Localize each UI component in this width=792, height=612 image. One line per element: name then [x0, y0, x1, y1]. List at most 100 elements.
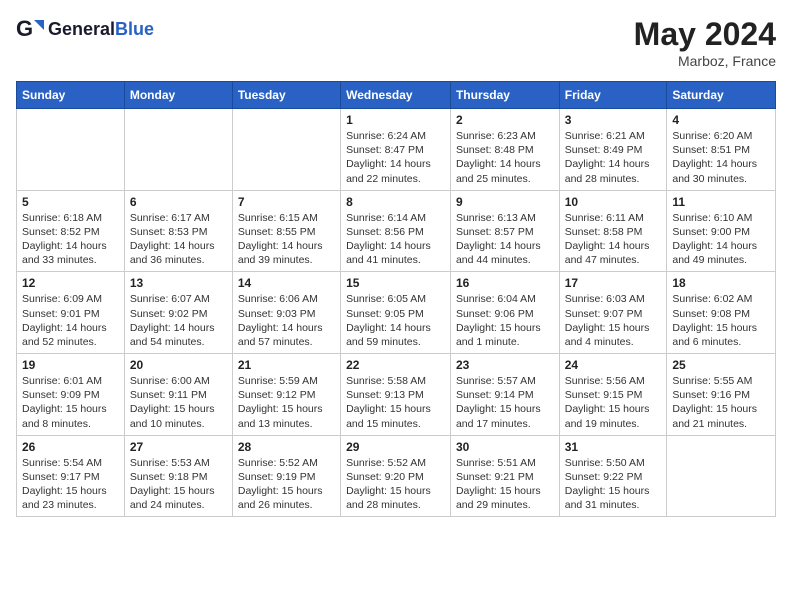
calendar-cell — [17, 109, 125, 191]
day-number: 5 — [22, 195, 119, 209]
day-number: 25 — [672, 358, 770, 372]
day-detail: Sunrise: 6:14 AM Sunset: 8:56 PM Dayligh… — [346, 211, 445, 268]
day-detail: Sunrise: 6:17 AM Sunset: 8:53 PM Dayligh… — [130, 211, 227, 268]
day-header-sunday: Sunday — [17, 82, 125, 109]
calendar-cell: 24 Sunrise: 5:56 AM Sunset: 9:15 PM Dayli… — [559, 354, 667, 436]
logo: G GeneralBlue — [16, 16, 154, 44]
day-detail: Sunrise: 6:21 AM Sunset: 8:49 PM Dayligh… — [565, 129, 662, 186]
calendar-cell: 14 Sunrise: 6:06 AM Sunset: 9:03 PM Dayli… — [232, 272, 340, 354]
calendar-cell: 10 Sunrise: 6:11 AM Sunset: 8:58 PM Dayli… — [559, 190, 667, 272]
day-number: 27 — [130, 440, 227, 454]
day-number: 19 — [22, 358, 119, 372]
day-detail: Sunrise: 5:56 AM Sunset: 9:15 PM Dayligh… — [565, 374, 662, 431]
day-detail: Sunrise: 5:52 AM Sunset: 9:19 PM Dayligh… — [238, 456, 335, 513]
day-number: 21 — [238, 358, 335, 372]
calendar-cell: 31 Sunrise: 5:50 AM Sunset: 9:22 PM Dayli… — [559, 435, 667, 517]
day-number: 10 — [565, 195, 662, 209]
day-number: 24 — [565, 358, 662, 372]
day-number: 12 — [22, 276, 119, 290]
day-number: 18 — [672, 276, 770, 290]
day-detail: Sunrise: 5:58 AM Sunset: 9:13 PM Dayligh… — [346, 374, 445, 431]
day-number: 26 — [22, 440, 119, 454]
calendar-cell: 2Sunrise: 6:23 AM Sunset: 8:48 PM Daylig… — [450, 109, 559, 191]
day-detail: Sunrise: 6:23 AM Sunset: 8:48 PM Dayligh… — [456, 129, 554, 186]
day-header-thursday: Thursday — [450, 82, 559, 109]
day-number: 6 — [130, 195, 227, 209]
day-detail: Sunrise: 6:10 AM Sunset: 9:00 PM Dayligh… — [672, 211, 770, 268]
day-detail: Sunrise: 6:07 AM Sunset: 9:02 PM Dayligh… — [130, 292, 227, 349]
day-detail: Sunrise: 6:06 AM Sunset: 9:03 PM Dayligh… — [238, 292, 335, 349]
calendar-cell: 20 Sunrise: 6:00 AM Sunset: 9:11 PM Dayli… — [124, 354, 232, 436]
day-detail: Sunrise: 6:13 AM Sunset: 8:57 PM Dayligh… — [456, 211, 554, 268]
day-header-wednesday: Wednesday — [341, 82, 451, 109]
day-number: 16 — [456, 276, 554, 290]
calendar-week-1: 1 Sunrise: 6:24 AM Sunset: 8:47 PM Daylig… — [17, 109, 776, 191]
calendar-table: SundayMondayTuesdayWednesdayThursdayFrid… — [16, 81, 776, 517]
day-number: 14 — [238, 276, 335, 290]
calendar-cell — [124, 109, 232, 191]
calendar-title: May 2024 — [634, 16, 776, 53]
calendar-cell: 21 Sunrise: 5:59 AM Sunset: 9:12 PM Dayli… — [232, 354, 340, 436]
day-detail: Sunrise: 5:50 AM Sunset: 9:22 PM Dayligh… — [565, 456, 662, 513]
calendar-cell — [232, 109, 340, 191]
calendar-cell: 16 Sunrise: 6:04 AM Sunset: 9:06 PM Dayli… — [450, 272, 559, 354]
calendar-cell: 15 Sunrise: 6:05 AM Sunset: 9:05 PM Dayli… — [341, 272, 451, 354]
calendar-cell: 17Sunrise: 6:03 AM Sunset: 9:07 PM Dayli… — [559, 272, 667, 354]
calendar-cell: 7 Sunrise: 6:15 AM Sunset: 8:55 PM Daylig… — [232, 190, 340, 272]
day-number: 31 — [565, 440, 662, 454]
calendar-cell: 18 Sunrise: 6:02 AM Sunset: 9:08 PM Dayli… — [667, 272, 776, 354]
logo-text: GeneralBlue — [48, 20, 154, 40]
calendar-cell: 6 Sunrise: 6:17 AM Sunset: 8:53 PM Daylig… — [124, 190, 232, 272]
day-number: 7 — [238, 195, 335, 209]
day-detail: Sunrise: 6:05 AM Sunset: 9:05 PM Dayligh… — [346, 292, 445, 349]
day-detail: Sunrise: 6:24 AM Sunset: 8:47 PM Dayligh… — [346, 129, 445, 186]
day-detail: Sunrise: 6:09 AM Sunset: 9:01 PM Dayligh… — [22, 292, 119, 349]
day-number: 11 — [672, 195, 770, 209]
calendar-cell — [667, 435, 776, 517]
day-number: 1 — [346, 113, 445, 127]
calendar-cell: 28Sunrise: 5:52 AM Sunset: 9:19 PM Dayli… — [232, 435, 340, 517]
day-header-saturday: Saturday — [667, 82, 776, 109]
page-header: G GeneralBlue May 2024 Marboz, France — [16, 16, 776, 69]
day-detail: Sunrise: 6:11 AM Sunset: 8:58 PM Dayligh… — [565, 211, 662, 268]
day-number: 9 — [456, 195, 554, 209]
calendar-week-5: 26 Sunrise: 5:54 AM Sunset: 9:17 PM Dayli… — [17, 435, 776, 517]
day-number: 8 — [346, 195, 445, 209]
day-header-friday: Friday — [559, 82, 667, 109]
calendar-cell: 1 Sunrise: 6:24 AM Sunset: 8:47 PM Daylig… — [341, 109, 451, 191]
calendar-cell: 25 Sunrise: 5:55 AM Sunset: 9:16 PM Dayli… — [667, 354, 776, 436]
calendar-cell: 29Sunrise: 5:52 AM Sunset: 9:20 PM Dayli… — [341, 435, 451, 517]
day-detail: Sunrise: 5:59 AM Sunset: 9:12 PM Dayligh… — [238, 374, 335, 431]
day-detail: Sunrise: 5:57 AM Sunset: 9:14 PM Dayligh… — [456, 374, 554, 431]
calendar-cell: 30 Sunrise: 5:51 AM Sunset: 9:21 PM Dayli… — [450, 435, 559, 517]
day-detail: Sunrise: 5:54 AM Sunset: 9:17 PM Dayligh… — [22, 456, 119, 513]
calendar-cell: 5 Sunrise: 6:18 AM Sunset: 8:52 PM Daylig… — [17, 190, 125, 272]
calendar-cell: 26 Sunrise: 5:54 AM Sunset: 9:17 PM Dayli… — [17, 435, 125, 517]
day-number: 23 — [456, 358, 554, 372]
day-number: 30 — [456, 440, 554, 454]
day-detail: Sunrise: 5:51 AM Sunset: 9:21 PM Dayligh… — [456, 456, 554, 513]
calendar-cell: 19Sunrise: 6:01 AM Sunset: 9:09 PM Dayli… — [17, 354, 125, 436]
day-detail: Sunrise: 6:04 AM Sunset: 9:06 PM Dayligh… — [456, 292, 554, 349]
day-number: 4 — [672, 113, 770, 127]
day-detail: Sunrise: 6:02 AM Sunset: 9:08 PM Dayligh… — [672, 292, 770, 349]
logo-icon: G — [16, 16, 44, 44]
calendar-cell: 3Sunrise: 6:21 AM Sunset: 8:49 PM Daylig… — [559, 109, 667, 191]
day-number: 13 — [130, 276, 227, 290]
calendar-subtitle: Marboz, France — [634, 53, 776, 69]
day-detail: Sunrise: 5:52 AM Sunset: 9:20 PM Dayligh… — [346, 456, 445, 513]
day-detail: Sunrise: 6:18 AM Sunset: 8:52 PM Dayligh… — [22, 211, 119, 268]
calendar-cell: 8 Sunrise: 6:14 AM Sunset: 8:56 PM Daylig… — [341, 190, 451, 272]
calendar-cell: 4 Sunrise: 6:20 AM Sunset: 8:51 PM Daylig… — [667, 109, 776, 191]
day-detail: Sunrise: 6:15 AM Sunset: 8:55 PM Dayligh… — [238, 211, 335, 268]
day-number: 15 — [346, 276, 445, 290]
day-detail: Sunrise: 6:20 AM Sunset: 8:51 PM Dayligh… — [672, 129, 770, 186]
calendar-cell: 13 Sunrise: 6:07 AM Sunset: 9:02 PM Dayli… — [124, 272, 232, 354]
day-detail: Sunrise: 5:55 AM Sunset: 9:16 PM Dayligh… — [672, 374, 770, 431]
day-number: 22 — [346, 358, 445, 372]
day-header-tuesday: Tuesday — [232, 82, 340, 109]
calendar-week-3: 12 Sunrise: 6:09 AM Sunset: 9:01 PM Dayli… — [17, 272, 776, 354]
day-number: 17 — [565, 276, 662, 290]
day-detail: Sunrise: 6:00 AM Sunset: 9:11 PM Dayligh… — [130, 374, 227, 431]
day-number: 20 — [130, 358, 227, 372]
